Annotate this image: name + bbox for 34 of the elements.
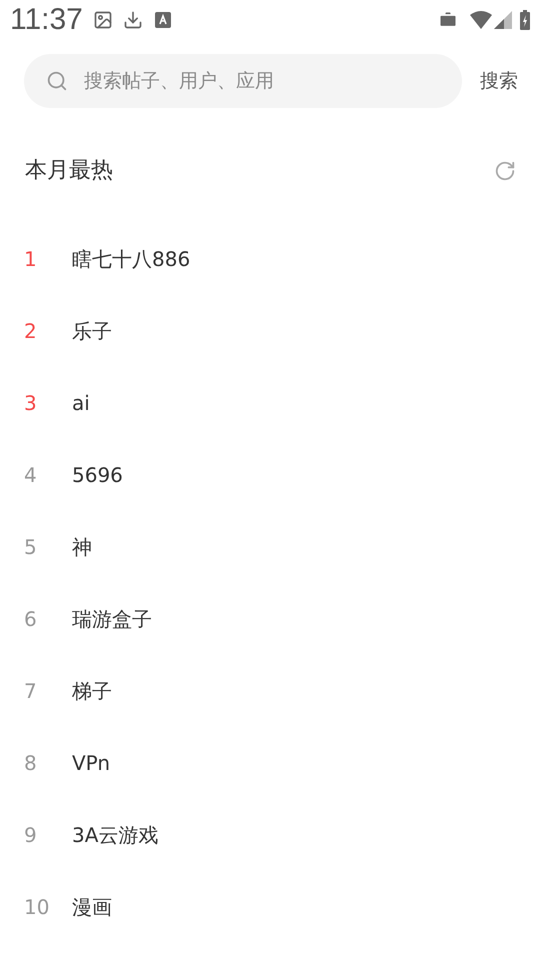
trending-item[interactable]: 5696 [72,460,123,490]
search-icon [46,70,68,92]
rank-number: 7 [24,678,38,705]
rank-number: 8 [24,750,38,777]
status-time: 11:37 [10,5,83,35]
trending-item[interactable]: 漫画 [72,892,112,922]
trending-item[interactable]: 神 [72,532,92,562]
rank-number: 3 [24,390,38,417]
search-button[interactable]: 搜索 [480,66,518,96]
battery-icon [520,10,530,30]
wifi-icon [470,11,492,29]
briefcase-icon [438,10,458,30]
trending-item[interactable]: 3A云游戏 [72,820,158,850]
rank-number: 1 [24,246,38,273]
trending-item[interactable]: 梯子 [72,676,112,706]
image-icon [92,10,113,30]
rank-number: 10 [24,894,50,921]
section-title: 本月最热 [25,157,113,185]
rank-number: 9 [24,822,38,849]
trending-item[interactable]: 瑞游盒子 [72,604,152,634]
search-input[interactable]: 搜索帖子、用户、应用 [84,66,462,96]
refresh-icon[interactable] [494,160,516,182]
trending-item[interactable]: ai [72,388,90,418]
rank-number: 2 [24,318,38,345]
trending-item[interactable]: 瞎七十八886 [72,244,190,274]
trending-item[interactable]: VPn [72,748,110,778]
download-icon [122,10,143,30]
rank-number: 6 [24,606,38,633]
rank-number: 5 [24,534,38,561]
font-icon [154,12,171,28]
search-bar[interactable]: 搜索帖子、用户、应用 [24,54,462,108]
trending-item[interactable]: 乐子 [72,316,112,346]
signal-icon [494,11,512,29]
rank-number: 4 [24,462,38,489]
